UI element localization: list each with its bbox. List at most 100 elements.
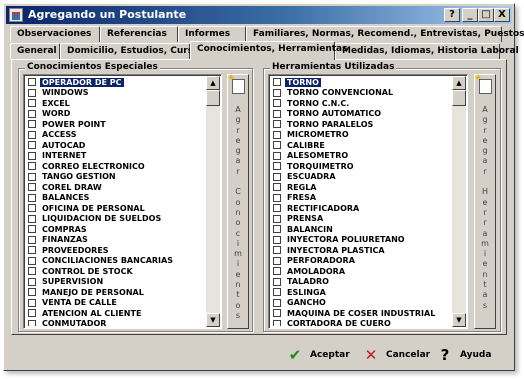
checkbox[interactable] xyxy=(273,309,281,318)
list-item[interactable]: SUPERVISION xyxy=(26,277,205,288)
conocimientos-scrollbar[interactable]: ▲ ▼ xyxy=(206,76,220,327)
list-item[interactable]: AUTOCAD xyxy=(26,140,205,151)
list-item[interactable]: BALANCIN xyxy=(271,224,451,235)
checkbox[interactable] xyxy=(273,319,281,326)
conocimientos-list[interactable]: OPERADOR DE PC WINDOWS EXCEL WORD POWER POIN… xyxy=(23,74,222,329)
tab-domicilio[interactable]: Domicilio, Estudios, Cursos xyxy=(60,43,205,59)
tab-referencias[interactable]: Referencias xyxy=(100,26,178,42)
checkbox[interactable] xyxy=(28,120,36,129)
checkbox[interactable] xyxy=(28,130,36,139)
list-item[interactable]: AMOLADORA xyxy=(271,266,451,277)
checkbox[interactable] xyxy=(28,214,36,223)
scroll-down-button[interactable]: ▼ xyxy=(206,313,220,327)
list-item[interactable]: TORNO CONVENCIONAL xyxy=(271,88,451,99)
tab-general[interactable]: General xyxy=(10,43,60,59)
list-item[interactable]: TALADRO xyxy=(271,277,451,288)
list-item[interactable]: CORREO ELECTRONICO xyxy=(26,161,205,172)
checkbox[interactable] xyxy=(273,99,281,108)
list-item[interactable]: CONCILIACIONES BANCARIAS xyxy=(26,256,205,267)
checkbox[interactable] xyxy=(273,88,281,97)
herramientas-scrollbar[interactable]: ▲ ▼ xyxy=(452,76,466,327)
list-item[interactable]: REGLA xyxy=(271,182,451,193)
list-item[interactable]: OPERADOR DE PC xyxy=(26,77,205,88)
list-item[interactable]: INTERNET xyxy=(26,151,205,162)
list-item[interactable]: MANEJO DE PERSONAL xyxy=(26,287,205,298)
list-item[interactable]: COREL DRAW xyxy=(26,182,205,193)
cancel-button[interactable]: ✕ Cancelar xyxy=(362,344,430,366)
list-item[interactable]: POWER POINT xyxy=(26,119,205,130)
list-item[interactable]: TORNO PARALELOS xyxy=(271,119,451,130)
list-item[interactable]: FRESA xyxy=(271,193,451,204)
list-item[interactable]: TORQUIMETRO xyxy=(271,161,451,172)
list-item[interactable]: ESLINGA xyxy=(271,287,451,298)
checkbox[interactable] xyxy=(28,267,36,276)
checkbox[interactable] xyxy=(273,120,281,129)
checkbox[interactable] xyxy=(28,256,36,265)
checkbox[interactable] xyxy=(28,288,36,297)
title-bar[interactable]: Agregando un Postulante ? _ □ X xyxy=(6,6,512,24)
list-item[interactable]: PRENSA xyxy=(271,214,451,225)
list-item[interactable]: TORNO C.N.C. xyxy=(271,98,451,109)
list-item[interactable]: WINDOWS xyxy=(26,88,205,99)
checkbox[interactable] xyxy=(28,172,36,181)
checkbox[interactable] xyxy=(28,225,36,234)
list-item[interactable]: MAQUINA DE COSER INDUSTRIAL xyxy=(271,308,451,319)
accept-button[interactable]: ✔ Aceptar xyxy=(286,344,350,366)
checkbox[interactable] xyxy=(273,130,281,139)
list-item[interactable]: PROVEEDORES xyxy=(26,245,205,256)
checkbox[interactable] xyxy=(273,225,281,234)
scroll-down-button[interactable]: ▼ xyxy=(452,313,466,327)
list-item[interactable]: ALESOMETRO xyxy=(271,151,451,162)
list-item[interactable]: MICROMETRO xyxy=(271,130,451,141)
checkbox[interactable] xyxy=(273,288,281,297)
list-item[interactable]: ESCUADRA xyxy=(271,172,451,183)
checkbox[interactable] xyxy=(28,78,36,87)
checkbox[interactable] xyxy=(28,183,36,192)
list-item[interactable]: INYECTORA PLASTICA xyxy=(271,245,451,256)
scroll-thumb[interactable] xyxy=(452,90,466,106)
checkbox[interactable] xyxy=(273,151,281,160)
scroll-up-button[interactable]: ▲ xyxy=(452,76,466,90)
list-item[interactable]: BALANCES xyxy=(26,193,205,204)
checkbox[interactable] xyxy=(28,309,36,318)
list-item[interactable]: TORNO AUTOMATICO xyxy=(271,109,451,120)
scroll-up-button[interactable]: ▲ xyxy=(206,76,220,90)
list-item[interactable]: EXCEL xyxy=(26,98,205,109)
minimize-button[interactable]: _ xyxy=(462,8,478,22)
checkbox[interactable] xyxy=(273,141,281,150)
tab-familiares[interactable]: Familiares, Normas, Recomend., Entrevist… xyxy=(246,26,524,42)
list-item[interactable]: ACCESS xyxy=(26,130,205,141)
list-item[interactable]: VENTA DE CALLE xyxy=(26,298,205,309)
checkbox[interactable] xyxy=(28,246,36,255)
list-item[interactable]: CORTADORA DE CUERO xyxy=(271,319,451,326)
tab-medidas[interactable]: Medidas, Idiomas, Historia Laboral xyxy=(335,43,519,59)
list-item[interactable]: CONTROL DE STOCK xyxy=(26,266,205,277)
list-item[interactable]: TANGO GESTION xyxy=(26,172,205,183)
checkbox[interactable] xyxy=(28,109,36,118)
tab-informes[interactable]: Informes xyxy=(178,26,246,42)
checkbox[interactable] xyxy=(273,78,281,87)
list-item[interactable]: RECTIFICADORA xyxy=(271,203,451,214)
add-herramientas-button[interactable]: Agregar Herramientas xyxy=(474,73,496,329)
checkbox[interactable] xyxy=(273,235,281,244)
list-item[interactable]: TORNO xyxy=(271,77,451,88)
maximize-button[interactable]: □ xyxy=(478,8,494,22)
add-conocimientos-button[interactable]: Agregar Conocimientos xyxy=(227,73,249,329)
checkbox[interactable] xyxy=(273,162,281,171)
help-button[interactable]: ? Ayuda xyxy=(436,344,492,366)
list-item[interactable]: LIQUIDACION DE SUELDOS xyxy=(26,214,205,225)
checkbox[interactable] xyxy=(28,277,36,286)
checkbox[interactable] xyxy=(273,267,281,276)
list-item[interactable]: PERFORADORA xyxy=(271,256,451,267)
checkbox[interactable] xyxy=(273,298,281,307)
list-item[interactable]: ATENCION AL CLIENTE xyxy=(26,308,205,319)
list-item[interactable]: CONMUTADOR xyxy=(26,319,205,326)
close-button[interactable]: X xyxy=(494,8,510,22)
list-item[interactable]: FINANZAS xyxy=(26,235,205,246)
scroll-thumb[interactable] xyxy=(206,90,220,106)
checkbox[interactable] xyxy=(28,162,36,171)
herramientas-list[interactable]: TORNO TORNO CONVENCIONAL TORNO C.N.C. TORNO… xyxy=(268,74,468,329)
list-item[interactable]: CALIBRE xyxy=(271,140,451,151)
checkbox[interactable] xyxy=(28,99,36,108)
checkbox[interactable] xyxy=(273,246,281,255)
